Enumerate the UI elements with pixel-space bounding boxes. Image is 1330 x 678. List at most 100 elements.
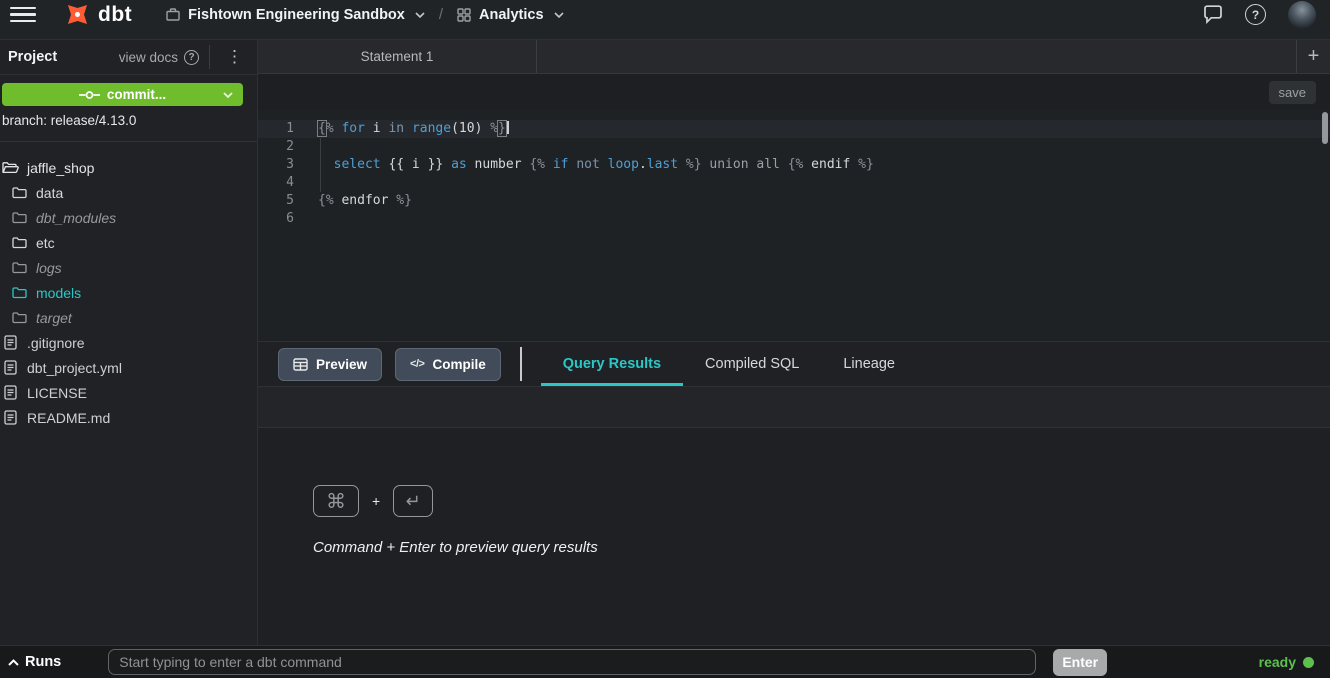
question-circle-icon: ? xyxy=(184,50,199,65)
file-icon xyxy=(2,335,19,350)
code-line-4[interactable]: 4 xyxy=(258,174,1330,192)
tree-item-label: etc xyxy=(36,235,55,251)
tree-item-models[interactable]: models xyxy=(0,280,257,305)
dbt-logo-mark-icon xyxy=(58,0,96,34)
tree-item--gitignore[interactable]: .gitignore xyxy=(0,330,257,355)
keys-row: ⌘ + ↵ xyxy=(313,485,1330,517)
tree-item-label: jaffle_shop xyxy=(27,160,94,176)
hamburger-menu-icon[interactable] xyxy=(10,7,36,22)
save-button[interactable]: save xyxy=(1269,81,1316,104)
results-tabs: Query ResultsCompiled SQLLineage xyxy=(541,342,917,386)
project-name: Analytics xyxy=(479,7,543,23)
tree-item-dbt-modules[interactable]: dbt_modules xyxy=(0,205,257,230)
enter-button[interactable]: Enter xyxy=(1053,649,1107,676)
folder-icon xyxy=(11,236,28,249)
chevron-up-icon xyxy=(8,659,19,666)
project-selector[interactable]: Analytics xyxy=(457,7,563,23)
code-icon: </> xyxy=(410,358,424,370)
tab-lineage[interactable]: Lineage xyxy=(821,342,917,386)
code-line-5[interactable]: 5{% endfor %} xyxy=(258,192,1330,210)
new-tab-button[interactable]: + xyxy=(1296,40,1330,73)
code-text: {% for i in range(10) %} xyxy=(318,120,509,138)
command-key-icon: ⌘ xyxy=(313,485,359,517)
chevron-down-icon xyxy=(223,92,233,98)
chat-icon[interactable] xyxy=(1203,5,1223,24)
view-docs-link[interactable]: view docs ? xyxy=(119,50,199,65)
top-bar: dbt Fishtown Engineering Sandbox / Analy… xyxy=(0,0,1330,40)
results-body: ⌘ + ↵ Command + Enter to preview query r… xyxy=(258,428,1330,645)
tree-item-label: data xyxy=(36,185,63,201)
tab-query-results[interactable]: Query Results xyxy=(541,342,683,386)
status-dot-icon xyxy=(1303,657,1314,668)
chevron-down-icon xyxy=(554,12,564,18)
tree-item-data[interactable]: data xyxy=(0,180,257,205)
code-line-3[interactable]: 3 select {{ i }} as number {% if not loo… xyxy=(258,156,1330,174)
tree-item-etc[interactable]: etc xyxy=(0,230,257,255)
divider xyxy=(209,45,210,69)
statement-tab[interactable]: Statement 1 xyxy=(258,40,537,73)
tree-item-target[interactable]: target xyxy=(0,305,257,330)
code-text: select {{ i }} as number {% if not loop.… xyxy=(318,156,874,174)
kebab-menu-icon[interactable]: ⋮ xyxy=(220,47,249,67)
code-text: {% endfor %} xyxy=(318,192,412,210)
dbt-ide-app: dbt Fishtown Engineering Sandbox / Analy… xyxy=(0,0,1330,678)
line-number: 1 xyxy=(258,120,294,138)
tab-compiled-sql[interactable]: Compiled SQL xyxy=(683,342,821,386)
dbt-logo-text: dbt xyxy=(98,3,132,27)
tree-item-label: .gitignore xyxy=(27,335,85,351)
hint-text: Command + Enter to preview query results xyxy=(313,539,1330,556)
dbt-command-input[interactable] xyxy=(108,649,1036,675)
commit-button[interactable]: commit... xyxy=(2,83,243,106)
status-indicator: ready xyxy=(1259,654,1314,670)
editor-scrollbar[interactable] xyxy=(1322,112,1328,144)
table-icon xyxy=(293,358,308,371)
briefcase-icon xyxy=(166,8,180,21)
tree-item-label: LICENSE xyxy=(27,385,87,401)
tree-item-label: logs xyxy=(36,260,62,276)
tree-item-dbt-project-yml[interactable]: dbt_project.yml xyxy=(0,355,257,380)
code-line-1[interactable]: 1 {% for i in range(10) %} xyxy=(258,120,1330,138)
topbar-actions: ? xyxy=(1203,1,1316,29)
return-key-icon: ↵ xyxy=(393,485,433,517)
code-lines: 1 {% for i in range(10) %} 23 select {{ i … xyxy=(258,120,1330,228)
line-number: 2 xyxy=(258,138,294,156)
tree-item-label: models xyxy=(36,285,81,301)
folder-icon xyxy=(11,211,28,224)
divider xyxy=(520,347,522,381)
line-number: 4 xyxy=(258,174,294,192)
tree-item-jaffle-shop[interactable]: jaffle_shop xyxy=(0,155,257,180)
commit-area: commit... xyxy=(0,75,257,106)
tree-item-label: dbt_project.yml xyxy=(27,360,122,376)
indent-guide xyxy=(320,138,321,192)
folder-icon xyxy=(11,261,28,274)
results-toolbar: Preview </> Compile Query ResultsCompile… xyxy=(258,341,1330,387)
git-commit-icon xyxy=(79,90,100,100)
project-title: Project xyxy=(8,49,57,65)
line-number: 3 xyxy=(258,156,294,174)
compile-button[interactable]: </> Compile xyxy=(395,348,501,381)
tree-item-readme-md[interactable]: README.md xyxy=(0,405,257,430)
account-selector[interactable]: Fishtown Engineering Sandbox xyxy=(166,7,425,23)
user-avatar[interactable] xyxy=(1288,1,1316,29)
runs-toggle[interactable]: Runs xyxy=(8,654,61,670)
file-icon xyxy=(2,410,19,425)
help-icon[interactable]: ? xyxy=(1245,4,1266,25)
code-editor[interactable]: 1 {% for i in range(10) %} 23 select {{ i … xyxy=(258,110,1330,341)
folder-icon xyxy=(11,311,28,324)
account-name: Fishtown Engineering Sandbox xyxy=(188,7,405,23)
main-area: Project view docs ? ⋮ commit... xyxy=(0,40,1330,645)
save-row: save xyxy=(258,74,1330,110)
chevron-down-icon xyxy=(415,12,425,18)
tree-item-label: README.md xyxy=(27,410,110,426)
code-line-6[interactable]: 6 xyxy=(258,210,1330,228)
status-label: ready xyxy=(1259,654,1296,670)
bottom-bar: Runs Enter ready xyxy=(0,645,1330,678)
folder-icon xyxy=(11,286,28,299)
plus-separator: + xyxy=(372,493,380,509)
tree-item-logs[interactable]: logs xyxy=(0,255,257,280)
results-subheader xyxy=(258,387,1330,428)
preview-button[interactable]: Preview xyxy=(278,348,382,381)
editor-tab-bar: Statement 1 + xyxy=(258,40,1330,74)
tree-item-license[interactable]: LICENSE xyxy=(0,380,257,405)
code-line-2[interactable]: 2 xyxy=(258,138,1330,156)
